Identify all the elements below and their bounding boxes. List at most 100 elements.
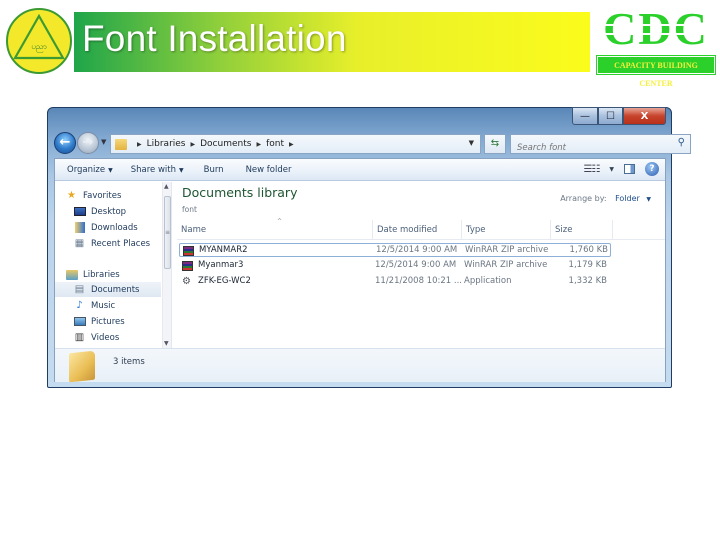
share-with-button[interactable]: Share with ▼: [131, 165, 184, 175]
cdc-subtitle: CAPACITY BUILDING CENTER: [596, 55, 716, 88]
file-type: Application: [464, 276, 512, 286]
libraries-icon: [65, 269, 78, 280]
explorer-window: — ☐ X ← → ▼ ▶ Libraries ▶ Documents ▶ fo…: [47, 107, 691, 388]
library-subtitle: font: [182, 205, 197, 214]
address-dropdown-icon[interactable]: ▼: [469, 139, 474, 147]
recent-places-icon: ▦: [74, 238, 85, 249]
address-bar[interactable]: ▶ Libraries ▶ Documents ▶ font ▶ ▼: [110, 134, 481, 154]
new-folder-button[interactable]: New folder: [246, 165, 292, 175]
file-date: 12/5/2014 9:00 AM: [375, 260, 457, 270]
downloads-folder-icon: [73, 222, 86, 233]
navigation-pane: ★ Favorites Desktop Downloads ▦ Recent Pla…: [55, 182, 172, 348]
organize-button[interactable]: Organize ▼: [67, 165, 113, 175]
share-with-label: Share with: [130, 164, 176, 175]
search-box[interactable]: ⚲: [510, 134, 691, 157]
breadcrumb-documents[interactable]: Documents: [200, 139, 251, 149]
column-header-size[interactable]: Size: [551, 220, 613, 240]
arrange-by-dropdown[interactable]: Folder: [615, 194, 640, 203]
close-button[interactable]: X: [623, 107, 666, 125]
nav-label: Downloads: [91, 222, 138, 233]
arrange-by-label: Arrange by:: [560, 194, 607, 203]
nav-label: Documents: [91, 284, 140, 295]
window-controls: — ☐ X: [572, 107, 666, 125]
nav-label: Music: [91, 300, 116, 311]
breadcrumb-chevron-icon[interactable]: ▶: [289, 141, 294, 148]
change-view-icon[interactable]: ☰☷: [583, 164, 600, 175]
burn-button[interactable]: Burn: [204, 165, 224, 175]
refresh-button[interactable]: ⇆: [484, 134, 506, 154]
refresh-icon: ⇆: [490, 138, 500, 149]
file-row[interactable]: MYANMAR2 12/5/2014 9:00 AM WinRAR ZIP ar…: [179, 243, 611, 257]
recent-pages-dropdown[interactable]: ▼: [101, 138, 106, 146]
left-logo-text: ပညာ: [31, 42, 47, 51]
nav-libraries[interactable]: Libraries: [65, 267, 171, 282]
breadcrumb-libraries[interactable]: Libraries: [147, 139, 186, 149]
help-icon[interactable]: ?: [645, 162, 659, 176]
file-row[interactable]: ⚙ ZFK-EG-WC2 11/21/2008 10:21 ... Applica…: [179, 275, 611, 289]
minimize-button[interactable]: —: [572, 107, 598, 125]
nav-favorites[interactable]: ★ Favorites: [65, 188, 171, 203]
cdc-stripe: [601, 33, 711, 35]
desktop-icon: [73, 206, 86, 217]
column-header-name[interactable]: Name: [177, 220, 373, 240]
search-icon[interactable]: ⚲: [678, 137, 685, 148]
view-controls: ☰☷ ▼ ?: [583, 162, 659, 176]
column-header-date[interactable]: Date modified: [373, 220, 462, 240]
navigation-row: ← → ▼ ▶ Libraries ▶ Documents ▶ font ▶ ▼…: [54, 131, 691, 157]
folder-icon: [115, 138, 127, 150]
preview-pane-icon[interactable]: [624, 164, 635, 174]
file-name-cell: MYANMAR2: [183, 244, 248, 257]
nav-label: Recent Places: [91, 238, 151, 249]
file-name: MYANMAR2: [199, 245, 248, 255]
nav-label: Libraries: [83, 269, 120, 280]
cdc-letters: CDC: [603, 3, 709, 54]
back-arrow-icon: ←: [59, 135, 71, 150]
breadcrumb-font[interactable]: font: [266, 139, 284, 149]
forward-arrow-icon: →: [82, 135, 94, 150]
file-name: ZFK-EG-WC2: [198, 276, 251, 286]
documents-icon: ▤: [74, 284, 85, 295]
chevron-down-icon: ▼: [108, 166, 113, 174]
chevron-down-icon[interactable]: ▼: [646, 196, 651, 203]
command-bar: Organize ▼ Share with ▼ Burn New folder ☰☷…: [55, 159, 665, 181]
file-size: 1,760 KB: [569, 245, 608, 255]
scroll-up-icon[interactable]: ▲: [164, 183, 169, 190]
back-button[interactable]: ←: [54, 132, 76, 154]
breadcrumb-chevron-icon[interactable]: ▶: [137, 141, 142, 148]
nav-documents[interactable]: ▤ Documents: [55, 282, 161, 297]
file-row[interactable]: Myanmar3 12/5/2014 9:00 AM WinRAR ZIP ar…: [179, 259, 611, 273]
file-type: WinRAR ZIP archive: [464, 260, 548, 270]
chevron-down-icon: ▼: [178, 166, 184, 174]
music-note-icon: ♪: [76, 300, 83, 311]
column-header-type[interactable]: Type: [462, 220, 551, 240]
file-type: WinRAR ZIP archive: [465, 245, 549, 255]
organize-label: Organize: [67, 164, 106, 175]
breadcrumb-chevron-icon[interactable]: ▶: [191, 141, 196, 148]
maximize-button[interactable]: ☐: [598, 107, 623, 125]
column-headers: Name Date modified Type Size: [177, 220, 665, 240]
folder-icon: [69, 350, 95, 383]
film-strip-icon: ▥: [74, 332, 85, 343]
cdc-logo: CDC CAPACITY BUILDING CENTER: [596, 3, 716, 88]
explorer-content: Organize ▼ Share with ▼ Burn New folder ☰☷…: [54, 158, 666, 383]
items-count: 3 items: [113, 357, 145, 367]
winrar-archive-icon: [183, 245, 194, 256]
breadcrumb-chevron-icon[interactable]: ▶: [256, 141, 261, 148]
view-dropdown-icon[interactable]: ▼: [609, 166, 614, 173]
forward-button[interactable]: →: [77, 132, 99, 154]
library-title: Documents library: [182, 185, 298, 200]
search-input[interactable]: [511, 139, 661, 157]
file-date: 12/5/2014 9:00 AM: [376, 245, 458, 255]
file-size: 1,179 KB: [568, 260, 607, 270]
nav-label: Favorites: [83, 190, 122, 201]
file-name: Myanmar3: [198, 260, 244, 270]
file-date: 11/21/2008 10:21 ...: [375, 276, 462, 286]
scroll-down-icon[interactable]: ▼: [164, 340, 169, 347]
file-list-pane: Documents library font Arrange by: Folde…: [177, 182, 665, 348]
details-pane: 3 items: [55, 348, 665, 383]
file-name-cell: Myanmar3: [182, 259, 243, 272]
nav-scrollbar[interactable]: ▲ ≡ ▼: [162, 182, 171, 348]
slide-title: Font Installation: [82, 18, 347, 59]
nav-label: Pictures: [91, 316, 125, 327]
nav-label: Videos: [91, 332, 120, 343]
